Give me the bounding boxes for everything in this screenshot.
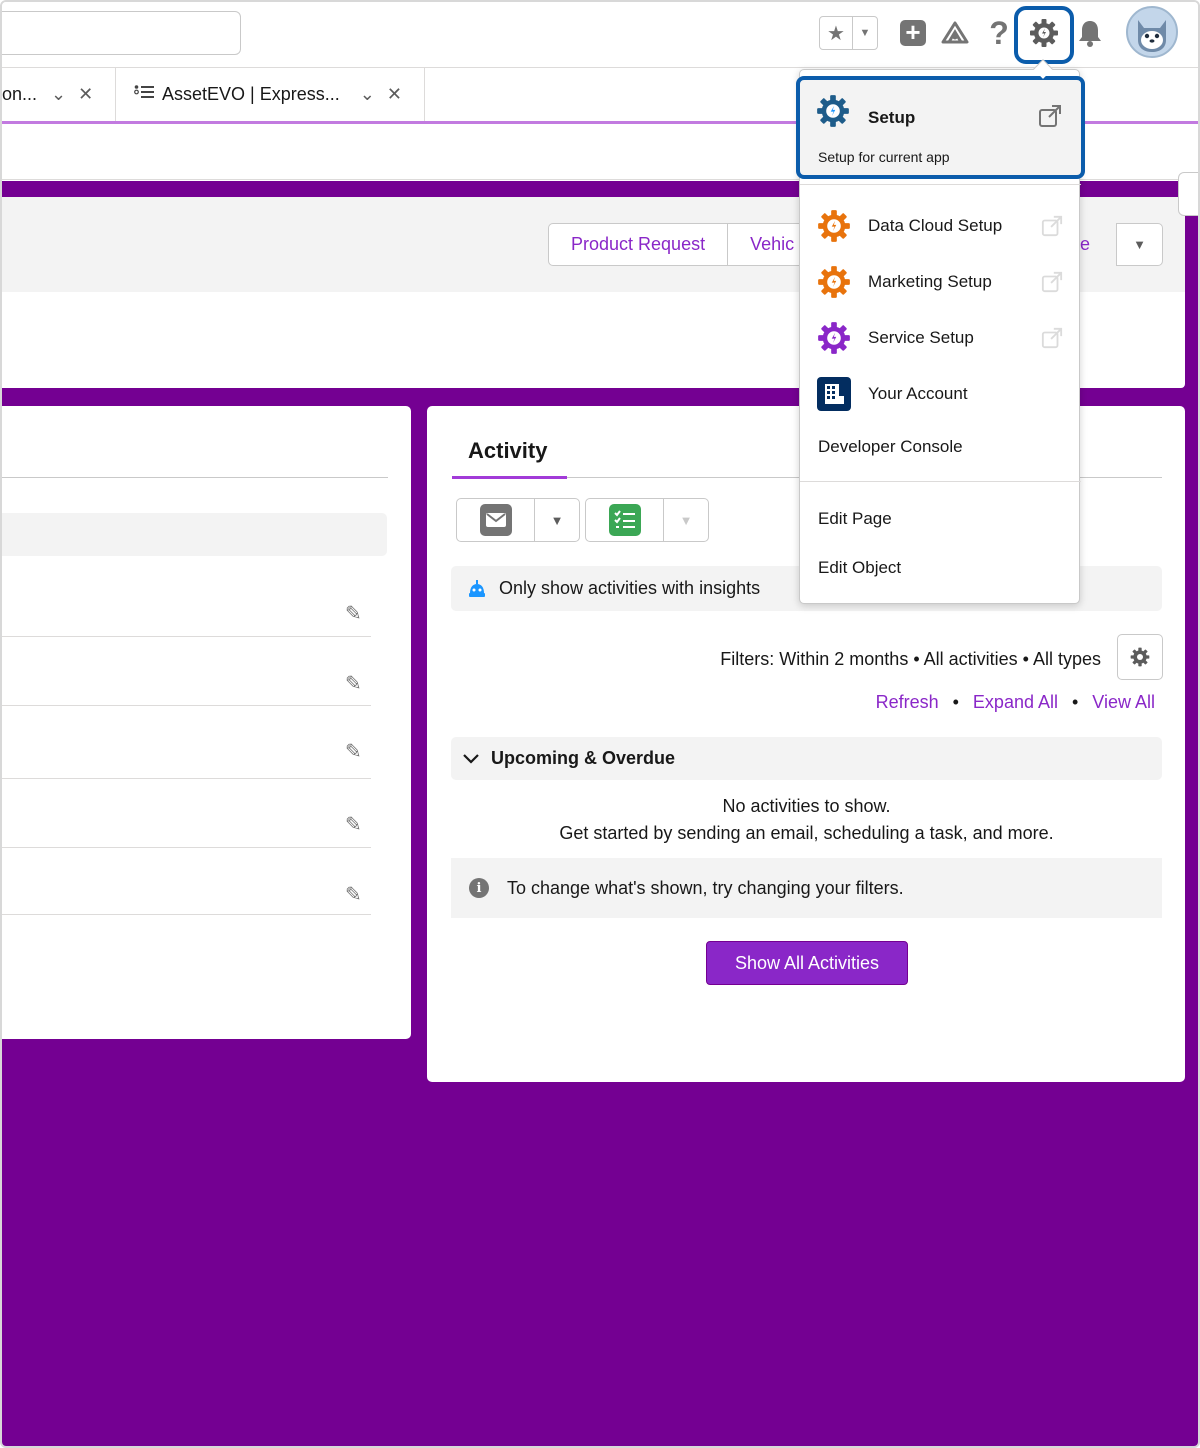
more-actions-dropdown[interactable]: ▼	[1116, 223, 1163, 266]
activity-tab[interactable]: Activity	[468, 438, 547, 464]
close-icon[interactable]: ✕	[387, 84, 402, 105]
menu-item-label: Your Account	[868, 384, 968, 403]
product-request-button[interactable]: Product Request	[549, 224, 729, 265]
email-action-group: ▼	[456, 498, 580, 542]
separator: •	[952, 692, 959, 712]
your-account-item[interactable]: Your Account	[800, 374, 1081, 414]
favorites-button-group: ★ ▼	[819, 16, 878, 50]
section-title: Upcoming & Overdue	[491, 748, 676, 768]
detail-field-row: ✎	[2, 706, 371, 779]
details-section-header[interactable]	[2, 513, 387, 556]
menu-item-label: Marketing Setup	[868, 272, 992, 291]
chevron-down-icon[interactable]: ⌄	[360, 84, 375, 105]
filter-tip-text: To change what's shown, try changing you…	[507, 877, 904, 898]
setup-subtitle: Setup for current app	[818, 149, 950, 165]
add-icon[interactable]: +	[896, 16, 930, 50]
bell-icon[interactable]	[1073, 16, 1107, 50]
global-header: ★ ▼ + ?	[2, 2, 1198, 79]
orange-gear-icon	[818, 266, 850, 298]
star-icon[interactable]: ★	[820, 17, 853, 49]
close-icon[interactable]: ✕	[78, 84, 93, 105]
empty-state-title: No activities to show.	[722, 796, 891, 816]
task-action-group: ▼	[585, 498, 709, 542]
email-icon	[479, 504, 512, 536]
gear-icon	[1130, 647, 1150, 667]
detail-field-row: ✎	[2, 571, 371, 637]
menu-item-label: Developer Console	[818, 437, 963, 456]
setup-title: Setup	[868, 108, 916, 127]
external-link-icon	[1041, 271, 1063, 293]
menu-item-label: Data Cloud Setup	[868, 216, 1003, 235]
purple-gear-icon	[818, 322, 850, 354]
building-icon	[817, 377, 851, 411]
edit-pencil-icon[interactable]: ✎	[345, 739, 365, 763]
detail-field-row: ✎	[2, 779, 371, 848]
upcoming-overdue-section[interactable]: Upcoming & Overdue	[451, 737, 1162, 780]
insights-label: Only show activities with insights	[499, 578, 761, 598]
info-icon: i	[469, 878, 489, 898]
data-cloud-setup-item[interactable]: Data Cloud Setup	[800, 206, 1081, 246]
global-search-input[interactable]	[2, 11, 241, 55]
marketing-setup-item[interactable]: Marketing Setup	[800, 262, 1081, 302]
activity-links: Refresh • Expand All • View All	[876, 692, 1155, 713]
edit-pencil-icon[interactable]: ✎	[345, 882, 365, 906]
edit-pencil-icon[interactable]: ✎	[345, 812, 365, 836]
developer-console-item[interactable]: Developer Console	[800, 430, 1081, 464]
trailhead-icon[interactable]	[938, 16, 972, 50]
details-card: ✎ ✎ ✎ ✎ ✎	[2, 406, 411, 1039]
avatar[interactable]	[1126, 6, 1178, 58]
chevron-down-icon[interactable]: ⌄	[51, 84, 66, 105]
chevron-down-icon	[463, 751, 479, 767]
view-all-link[interactable]: View All	[1092, 692, 1155, 713]
chevron-down-icon[interactable]: ▼	[853, 17, 877, 49]
app-window: ★ ▼ + ? on... ⌄ ✕ AssetEVO | Express... …	[0, 0, 1200, 1448]
detail-field-row: ✎	[2, 637, 371, 706]
chevron-down-icon[interactable]: ▼	[535, 499, 579, 541]
chevron-down-icon[interactable]: ▼	[664, 499, 708, 541]
record-action-buttons: Product Request Vehic	[548, 223, 818, 266]
list-icon	[134, 84, 154, 105]
menu-item-label: Edit Page	[818, 509, 892, 528]
active-tab-indicator	[452, 476, 567, 479]
setup-menu-item[interactable]: Setup Setup for current app	[796, 76, 1085, 179]
show-all-activities-button[interactable]: Show All Activities	[706, 941, 908, 985]
menu-item-label: Service Setup	[868, 328, 974, 347]
orange-gear-icon	[818, 210, 850, 242]
external-link-icon	[1041, 327, 1063, 349]
separator: •	[1071, 692, 1079, 712]
menu-item-label: Edit Object	[818, 558, 902, 577]
empty-state-message: Get started by sending an email, schedul…	[559, 823, 1054, 843]
edit-object-item[interactable]: Edit Object	[800, 551, 1081, 585]
setup-focus-ring	[1014, 6, 1074, 64]
filter-settings-button[interactable]	[1117, 634, 1163, 680]
external-link-icon	[1039, 105, 1061, 127]
menu-divider	[800, 184, 1081, 185]
edit-pencil-icon[interactable]: ✎	[345, 601, 365, 625]
setup-menu: Setup Setup for current app Data Cloud S…	[796, 69, 1085, 604]
help-glyph: ?	[989, 14, 1009, 51]
setup-gear-icon	[817, 95, 849, 127]
expand-all-link[interactable]: Expand All	[973, 692, 1058, 713]
new-task-button[interactable]	[586, 499, 664, 541]
filter-tip: i To change what's shown, try changing y…	[451, 858, 1162, 918]
utility-panel-handle[interactable]	[1178, 172, 1198, 216]
edit-pencil-icon[interactable]: ✎	[345, 671, 365, 695]
new-email-button[interactable]	[457, 499, 535, 541]
edit-page-item[interactable]: Edit Page	[800, 502, 1081, 536]
tab-label: on...	[2, 84, 38, 104]
tab-label: AssetEVO | Express...	[162, 84, 340, 104]
detail-field-row: ✎	[2, 848, 371, 915]
workspace-tab-1[interactable]: on... ⌄ ✕	[2, 68, 116, 121]
help-icon[interactable]: ?	[982, 14, 1016, 51]
activity-filters-text: Filters: Within 2 months • All activitie…	[720, 649, 1101, 669]
insights-icon	[467, 579, 487, 599]
workspace-tab-2[interactable]: AssetEVO | Express... ⌄ ✕	[116, 68, 425, 121]
refresh-link[interactable]: Refresh	[876, 692, 939, 713]
external-link-icon	[1041, 215, 1063, 237]
menu-divider	[800, 481, 1081, 482]
service-setup-item[interactable]: Service Setup	[800, 318, 1081, 358]
details-tab-rule	[2, 477, 388, 478]
task-icon	[608, 504, 641, 536]
